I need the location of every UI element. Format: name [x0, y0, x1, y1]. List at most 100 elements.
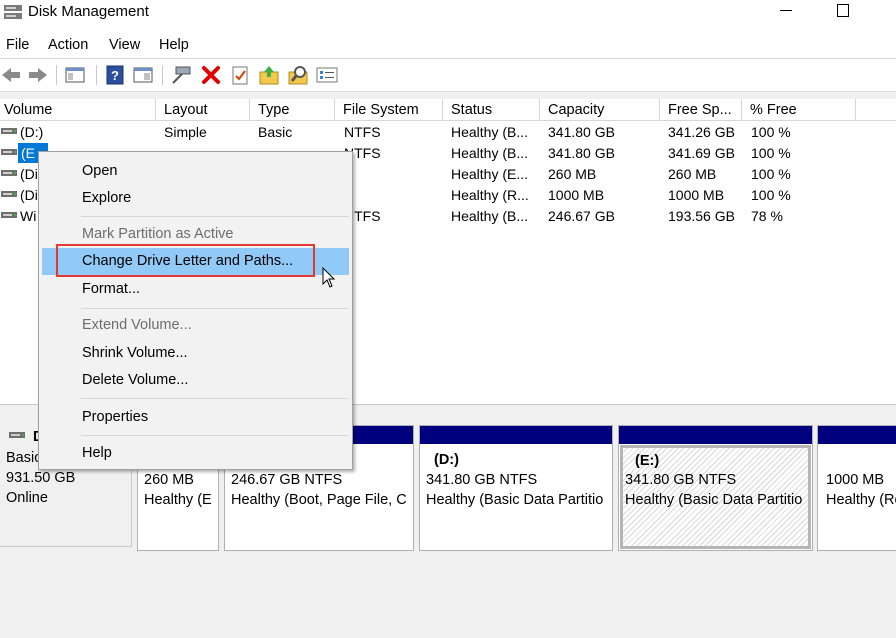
- col-layout[interactable]: Layout: [156, 99, 250, 121]
- mouse-cursor-icon: [322, 267, 336, 288]
- col-status[interactable]: Status: [443, 99, 540, 121]
- menu-item-shrink[interactable]: Shrink Volume...: [39, 341, 352, 367]
- volume-fs: NTFS: [344, 124, 381, 140]
- menu-item-label: Delete Volume...: [82, 372, 189, 388]
- volume-status: Healthy (E...: [451, 166, 529, 182]
- volume-capacity: 341.80 GB: [548, 124, 615, 140]
- partition-bar: [420, 426, 612, 444]
- partition-status: Healthy (Basic Data Partitio: [426, 492, 604, 508]
- forward-icon[interactable]: [27, 64, 49, 86]
- toolbar-separator: [162, 65, 163, 85]
- search-icon[interactable]: [287, 64, 309, 86]
- disk-status: Online: [6, 490, 48, 506]
- volume-icon: [1, 128, 17, 134]
- show-hide-icon[interactable]: [132, 64, 154, 86]
- partition-recovery[interactable]: 1000 MB Healthy (Re: [817, 425, 896, 551]
- partition-bar: [619, 426, 812, 444]
- volume-icon: [1, 170, 17, 176]
- menu-file[interactable]: File: [6, 37, 29, 53]
- help-icon[interactable]: ?: [104, 64, 126, 86]
- menu-item-open[interactable]: Open: [39, 159, 352, 185]
- partition-body: (D:) 341.80 GB NTFS Healthy (Basic Data …: [424, 446, 610, 548]
- disk-size: 931.50 GB: [6, 470, 76, 486]
- window-title: Disk Management: [28, 3, 149, 20]
- volume-icon: [1, 212, 17, 218]
- volume-capacity: 246.67 GB: [548, 208, 615, 224]
- console-tree-icon[interactable]: [64, 64, 86, 86]
- menu-help[interactable]: Help: [159, 37, 189, 53]
- back-icon[interactable]: [0, 64, 22, 86]
- disk-management-icon: [4, 5, 22, 19]
- partition-size: 1000 MB: [826, 472, 885, 488]
- check-icon[interactable]: [229, 64, 251, 86]
- context-menu: Open Explore Mark Partition as Active Ch…: [38, 151, 353, 470]
- volume-pct-free: 100 %: [751, 145, 791, 161]
- volume-status: Healthy (R...: [451, 187, 529, 203]
- svg-text:?: ?: [111, 68, 119, 83]
- partition-d[interactable]: (D:) 341.80 GB NTFS Healthy (Basic Data …: [419, 425, 613, 551]
- connect-icon[interactable]: [170, 64, 192, 86]
- menu-item-label: Extend Volume...: [82, 317, 192, 333]
- partition-e-selected[interactable]: (E:) 341.80 GB NTFS Healthy (Basic Data …: [618, 425, 813, 551]
- toolbar: ?: [0, 58, 896, 92]
- volume-type: Basic: [258, 124, 293, 140]
- menu-item-extend: Extend Volume...: [39, 313, 352, 339]
- col-file-system[interactable]: File System: [335, 99, 443, 121]
- menu-item-help[interactable]: Help: [39, 441, 352, 467]
- partition-bar: [818, 426, 896, 444]
- menu-item-delete[interactable]: Delete Volume...: [39, 368, 352, 394]
- column-header: Volume Layout Type File System Status Ca…: [0, 99, 896, 121]
- volume-icon: [1, 149, 17, 155]
- volume-icon: [1, 191, 17, 197]
- partition-title: (D:): [434, 452, 459, 468]
- delete-icon[interactable]: [200, 64, 222, 86]
- menu-separator: [81, 435, 349, 436]
- menu-item-label: Shrink Volume...: [82, 345, 188, 361]
- col-capacity[interactable]: Capacity: [540, 99, 660, 121]
- title-bar: Disk Management: [0, 0, 896, 30]
- volume-free: 193.56 GB: [668, 208, 735, 224]
- partition-size: 341.80 GB NTFS: [426, 472, 538, 488]
- menu-item-label: Help: [82, 445, 112, 461]
- volume-pct-free: 100 %: [751, 124, 791, 140]
- volume-free: 341.69 GB: [668, 145, 735, 161]
- minimize-button[interactable]: [778, 0, 798, 24]
- volume-row[interactable]: (D:) Simple Basic NTFS Healthy (B... 341…: [0, 122, 896, 143]
- menu-action[interactable]: Action: [48, 37, 88, 53]
- volume-free: 1000 MB: [668, 187, 725, 203]
- menu-view[interactable]: View: [109, 37, 140, 53]
- disk-type: Basic: [6, 450, 42, 466]
- volume-capacity: 260 MB: [548, 166, 597, 182]
- volume-status: Healthy (B...: [451, 145, 529, 161]
- volume-name: (Di: [20, 166, 38, 182]
- col-percent-free[interactable]: % Free: [742, 99, 856, 121]
- selection-frame: [620, 445, 811, 549]
- menu-item-label: Open: [82, 163, 118, 179]
- menu-item-label: Format...: [82, 281, 141, 297]
- volume-name: Wi: [20, 208, 37, 224]
- partition-status: Healthy (Boot, Page File, C: [231, 492, 407, 508]
- partition-size: 260 MB: [144, 472, 194, 488]
- rescan-icon[interactable]: [258, 64, 280, 86]
- volume-pct-free: 100 %: [751, 166, 791, 182]
- volume-name: (Di: [20, 187, 38, 203]
- volume-status: Healthy (B...: [451, 124, 529, 140]
- maximize-button[interactable]: [837, 4, 849, 17]
- menu-item-label: Explore: [82, 190, 132, 206]
- partition-body: 1000 MB Healthy (Re: [822, 446, 896, 548]
- volume-free: 260 MB: [668, 166, 717, 182]
- col-type[interactable]: Type: [250, 99, 335, 121]
- properties-icon[interactable]: [316, 64, 338, 86]
- menu-item-label: Properties: [82, 409, 149, 425]
- menu-item-label: Mark Partition as Active: [82, 226, 234, 242]
- menu-item-properties[interactable]: Properties: [39, 405, 352, 431]
- volume-layout: Simple: [164, 124, 207, 140]
- menu-item-format[interactable]: Format...: [39, 277, 352, 303]
- volume-capacity: 1000 MB: [548, 187, 605, 203]
- col-volume[interactable]: Volume: [0, 99, 156, 121]
- col-free-space[interactable]: Free Sp...: [660, 99, 742, 121]
- volume-status: Healthy (B...: [451, 208, 529, 224]
- volume-capacity: 341.80 GB: [548, 145, 615, 161]
- toolbar-separator: [56, 65, 57, 85]
- menu-item-explore[interactable]: Explore: [39, 186, 352, 212]
